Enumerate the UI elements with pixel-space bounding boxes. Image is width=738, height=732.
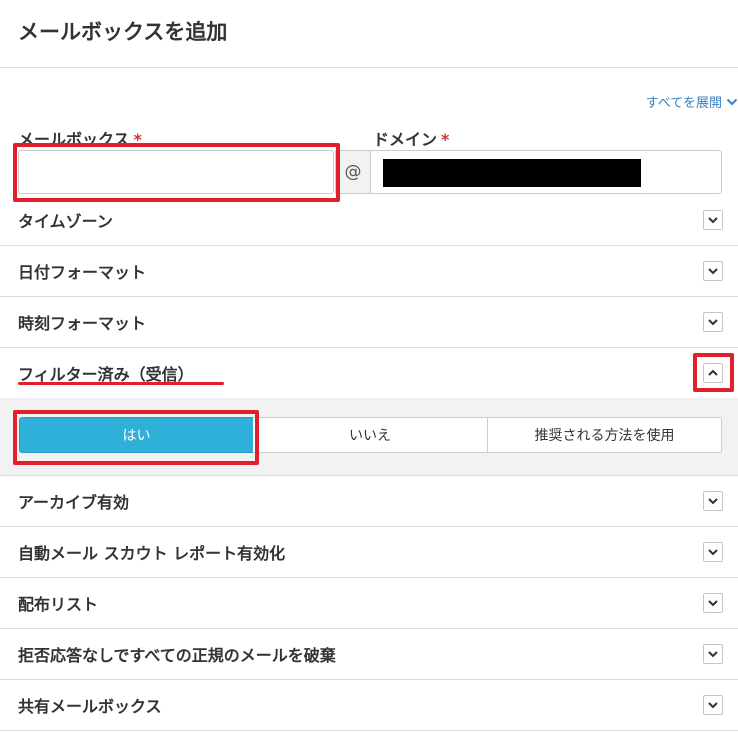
expand-toggle[interactable] [703,644,723,664]
section-label: タイムゾーン [18,212,113,231]
option-yes-button[interactable]: はい [19,417,254,453]
expand-toggle[interactable] [703,261,723,281]
required-mark: * [133,130,142,149]
expand-toggle[interactable] [703,542,723,562]
filter-options-panel: はい いいえ 推奨される方法を使用 [0,398,738,476]
section-archive[interactable]: アーカイブ有効 [0,476,738,527]
expand-toggle[interactable] [703,695,723,715]
section-label: 日付フォーマット [18,263,147,282]
collapse-toggle[interactable] [703,363,723,383]
section-label: 拒否応答なしですべての正規のメールを破棄 [18,646,336,665]
expand-toggle[interactable] [703,593,723,613]
section-shared-mailbox[interactable]: 共有メールボックス [0,680,738,731]
expand-all-link[interactable]: すべてを展開 [646,92,738,111]
mailbox-label: メールボックス * [18,130,142,149]
label-underline-annotation [18,382,224,385]
chevron-down-icon [708,268,718,275]
section-label: アーカイブ有効 [18,493,130,512]
redaction-block [383,159,641,187]
chevron-down-icon [708,651,718,658]
expand-toggle[interactable] [703,312,723,332]
section-filtered-inbound[interactable]: フィルター済み（受信） [0,348,738,398]
domain-field[interactable] [370,150,722,194]
chevron-down-icon [726,98,738,105]
expand-toggle[interactable] [703,210,723,230]
mailbox-input[interactable] [18,150,334,194]
expand-all-label: すべてを展開 [645,96,722,111]
chevron-down-icon [708,600,718,607]
section-scout-report[interactable]: 自動メール スカウト レポート有効化 [0,527,738,578]
chevron-down-icon [708,498,718,505]
chevron-down-icon [708,549,718,556]
section-label: 時刻フォーマット [18,314,147,333]
section-label: 配布リスト [18,595,99,614]
section-label: 共有メールボックス [18,697,162,716]
chevron-down-icon [708,702,718,709]
dialog-header: メールボックスを追加 [0,0,738,68]
chevron-down-icon [708,217,718,224]
option-no-button[interactable]: いいえ [253,417,488,453]
dialog-title: メールボックスを追加 [18,20,228,44]
section-timezone[interactable]: タイムゾーン [0,195,738,246]
required-mark: * [441,130,450,149]
section-label: 自動メール スカウト レポート有効化 [18,544,286,563]
section-discard-mail[interactable]: 拒否応答なしですべての正規のメールを破棄 [0,629,738,680]
chevron-up-icon [708,369,718,376]
at-sign: @ [335,150,371,194]
section-date-format[interactable]: 日付フォーマット [0,246,738,297]
domain-label: ドメイン * [373,130,450,149]
section-time-format[interactable]: 時刻フォーマット [0,297,738,348]
option-recommended-button[interactable]: 推奨される方法を使用 [487,417,722,453]
chevron-down-icon [708,319,718,326]
section-distribution-list[interactable]: 配布リスト [0,578,738,629]
expand-toggle[interactable] [703,491,723,511]
